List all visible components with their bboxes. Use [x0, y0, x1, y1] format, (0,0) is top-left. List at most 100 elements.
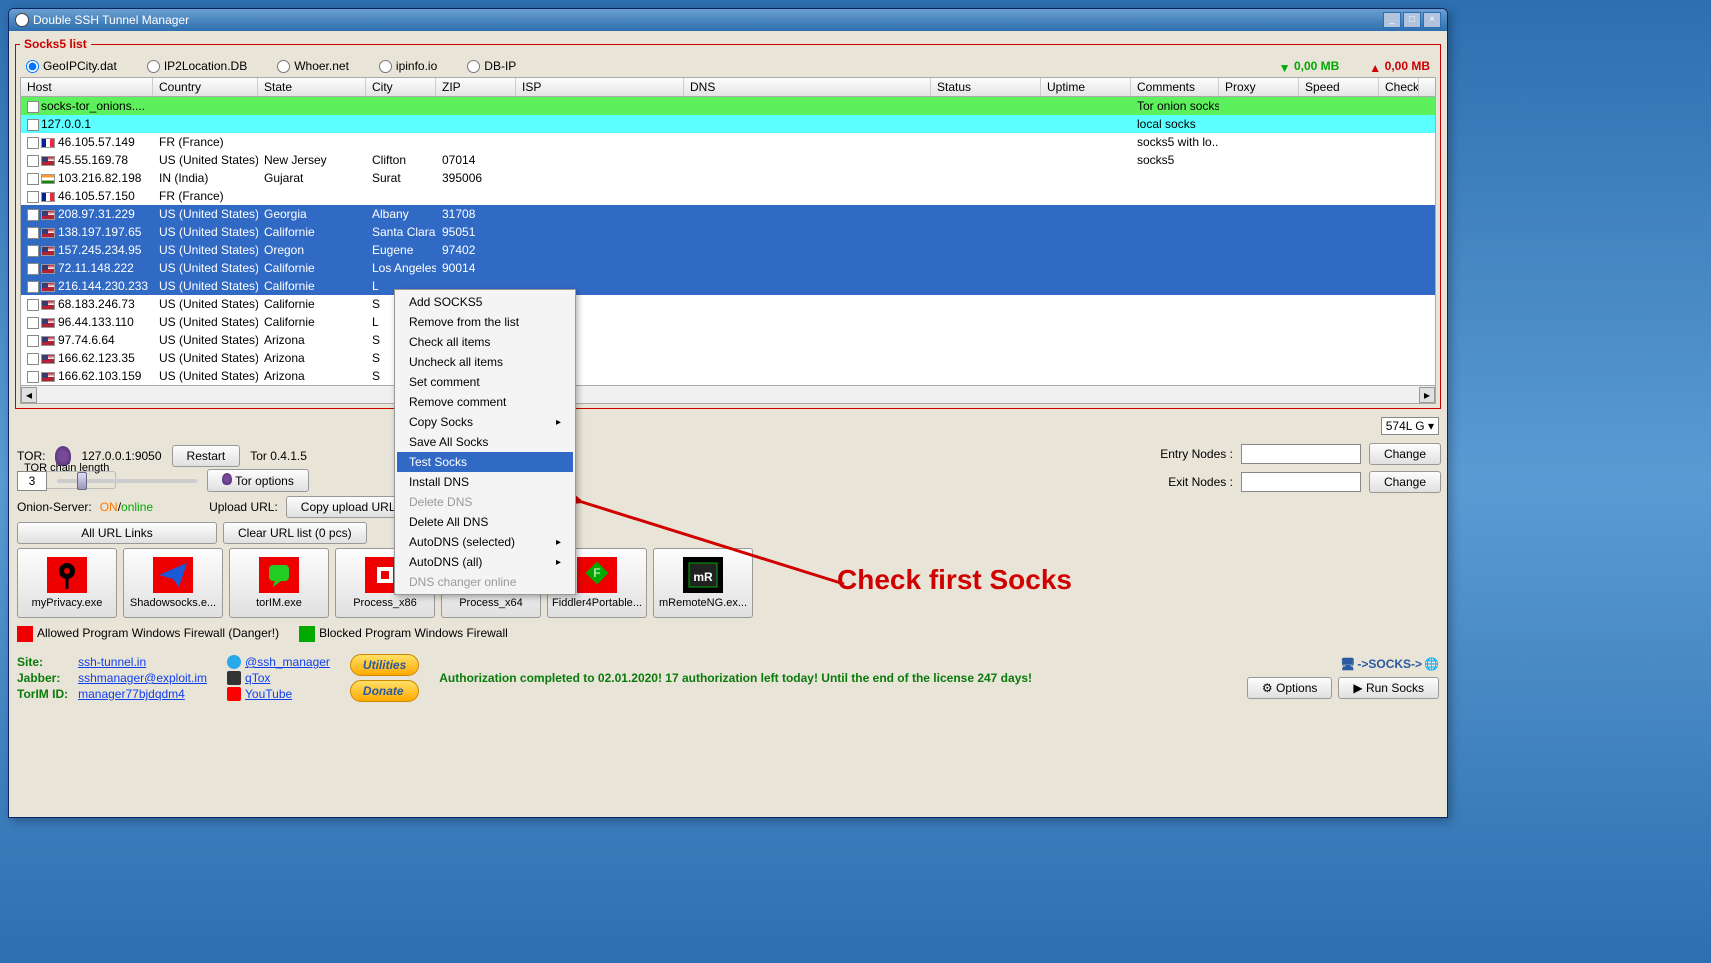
table-row[interactable]: 127.0.0.1local socks: [21, 115, 1435, 133]
restart-button[interactable]: Restart: [172, 445, 241, 467]
context-menu-item[interactable]: Test Socks: [397, 452, 573, 472]
qtox-link[interactable]: qTox: [227, 671, 330, 685]
th-speed[interactable]: Speed: [1299, 78, 1379, 96]
socks-table-body[interactable]: socks-tor_onions....Tor onion socks127.0…: [20, 97, 1436, 386]
table-row[interactable]: 157.245.234.95US (United States)OregonEu…: [21, 241, 1435, 259]
th-comments[interactable]: Comments: [1131, 78, 1219, 96]
scroll-right-button[interactable]: ▸: [1419, 387, 1435, 403]
th-city[interactable]: City: [366, 78, 436, 96]
th-uptime[interactable]: Uptime: [1041, 78, 1131, 96]
context-menu-item[interactable]: AutoDNS (all)▸: [397, 552, 573, 572]
row-checkbox[interactable]: [27, 335, 39, 347]
table-row[interactable]: 96.44.133.110US (United States)Californi…: [21, 313, 1435, 331]
context-menu-item: Delete DNS: [397, 492, 573, 512]
launcher-button[interactable]: myPrivacy.exe: [17, 548, 117, 618]
table-row[interactable]: 46.105.57.150FR (France): [21, 187, 1435, 205]
radio-whoer[interactable]: Whoer.net: [277, 59, 349, 73]
torim-link[interactable]: manager77bjdqdm4: [78, 687, 207, 701]
exit-nodes-input[interactable]: [1241, 472, 1361, 492]
th-proxy[interactable]: Proxy: [1219, 78, 1299, 96]
row-checkbox[interactable]: [27, 263, 39, 275]
row-checkbox[interactable]: [27, 209, 39, 221]
options-button[interactable]: ⚙ Options: [1247, 677, 1332, 699]
row-checkbox[interactable]: [27, 191, 39, 203]
site-link[interactable]: ssh-tunnel.in: [78, 655, 207, 669]
row-checkbox[interactable]: [27, 119, 39, 131]
context-menu-item[interactable]: Save All Socks: [397, 432, 573, 452]
donate-button[interactable]: Donate: [350, 680, 419, 702]
youtube-link[interactable]: YouTube: [227, 687, 330, 701]
row-checkbox[interactable]: [27, 299, 39, 311]
row-checkbox[interactable]: [27, 353, 39, 365]
run-socks-button[interactable]: ▶ Run Socks: [1338, 677, 1439, 699]
table-row[interactable]: 103.216.82.198IN (India)GujaratSurat3950…: [21, 169, 1435, 187]
radio-ip2location[interactable]: IP2Location.DB: [147, 59, 247, 73]
th-zip[interactable]: ZIP: [436, 78, 516, 96]
table-row[interactable]: 97.74.6.64US (United States)ArizonaS: [21, 331, 1435, 349]
radio-geoipcity[interactable]: GeoIPCity.dat: [26, 59, 117, 73]
row-checkbox[interactable]: [27, 227, 39, 239]
th-country[interactable]: Country: [153, 78, 258, 96]
context-menu-item[interactable]: Copy Socks▸: [397, 412, 573, 432]
launcher-icon: [47, 557, 87, 593]
context-menu-item[interactable]: AutoDNS (selected)▸: [397, 532, 573, 552]
maximize-button[interactable]: □: [1403, 12, 1421, 28]
table-row[interactable]: 166.62.123.35US (United States)ArizonaS: [21, 349, 1435, 367]
context-menu-item[interactable]: Remove from the list: [397, 312, 573, 332]
all-url-links-button[interactable]: All URL Links: [17, 522, 217, 544]
scroll-left-button[interactable]: ◂: [21, 387, 37, 403]
row-checkbox[interactable]: [27, 155, 39, 167]
table-row[interactable]: 68.183.246.73US (United States)Californi…: [21, 295, 1435, 313]
table-row[interactable]: 216.144.230.233US (United States)Califor…: [21, 277, 1435, 295]
jabber-link[interactable]: sshmanager@exploit.im: [78, 671, 207, 685]
context-menu-item[interactable]: Add SOCKS5: [397, 292, 573, 312]
table-row[interactable]: 166.62.103.159US (United States)ArizonaS: [21, 367, 1435, 385]
context-menu-item[interactable]: Install DNS: [397, 472, 573, 492]
th-check[interactable]: Check: [1379, 78, 1419, 96]
row-checkbox[interactable]: [27, 173, 39, 185]
row-checkbox[interactable]: [27, 281, 39, 293]
launcher-button[interactable]: mRmRemoteNG.ex...: [653, 548, 753, 618]
launcher-button[interactable]: torIM.exe: [229, 548, 329, 618]
entry-nodes-input[interactable]: [1241, 444, 1361, 464]
exit-change-button[interactable]: Change: [1369, 471, 1441, 493]
th-isp[interactable]: ISP: [516, 78, 684, 96]
row-checkbox[interactable]: [27, 317, 39, 329]
close-button[interactable]: ×: [1423, 12, 1441, 28]
table-row[interactable]: 46.105.57.149FR (France)socks5 with lo..…: [21, 133, 1435, 151]
row-checkbox[interactable]: [27, 245, 39, 257]
minimize-button[interactable]: _: [1383, 12, 1401, 28]
table-row[interactable]: socks-tor_onions....Tor onion socks: [21, 97, 1435, 115]
context-menu-item[interactable]: Set comment: [397, 372, 573, 392]
th-dns[interactable]: DNS: [684, 78, 931, 96]
entry-change-button[interactable]: Change: [1369, 443, 1441, 465]
th-host[interactable]: Host: [21, 78, 153, 96]
radio-ipinfo[interactable]: ipinfo.io: [379, 59, 437, 73]
th-status[interactable]: Status: [931, 78, 1041, 96]
table-row[interactable]: 45.55.169.78US (United States)New Jersey…: [21, 151, 1435, 169]
launcher-button[interactable]: Shadowsocks.e...: [123, 548, 223, 618]
th-state[interactable]: State: [258, 78, 366, 96]
context-menu-item[interactable]: Check all items: [397, 332, 573, 352]
context-menu-item[interactable]: Delete All DNS: [397, 512, 573, 532]
table-row[interactable]: 138.197.197.65US (United States)Californ…: [21, 223, 1435, 241]
tor-options-button[interactable]: Tor options: [207, 469, 309, 492]
row-checkbox[interactable]: [27, 101, 39, 113]
radio-dbip[interactable]: DB-IP: [467, 59, 516, 73]
context-menu-item[interactable]: Remove comment: [397, 392, 573, 412]
telegram-link[interactable]: @ssh_manager: [227, 655, 330, 669]
row-checkbox[interactable]: [27, 137, 39, 149]
site-key: Site:: [17, 655, 68, 669]
clear-url-list-button[interactable]: Clear URL list (0 pcs): [223, 522, 367, 544]
utilities-button[interactable]: Utilities: [350, 654, 419, 676]
context-menu-item[interactable]: Uncheck all items: [397, 352, 573, 372]
context-menu[interactable]: Add SOCKS5Remove from the listCheck all …: [394, 289, 576, 595]
copy-upload-url-button[interactable]: Copy upload URL: [286, 496, 411, 518]
chain-length-slider[interactable]: [57, 479, 197, 483]
table-row[interactable]: 208.97.31.229US (United States)GeorgiaAl…: [21, 205, 1435, 223]
horizontal-scrollbar[interactable]: ◂ ▸: [20, 386, 1436, 404]
nic-select[interactable]: 574L G ▾: [1381, 417, 1439, 435]
row-checkbox[interactable]: [27, 371, 39, 383]
cell-host: 216.144.230.233: [58, 279, 148, 293]
table-row[interactable]: 72.11.148.222US (United States)Californi…: [21, 259, 1435, 277]
